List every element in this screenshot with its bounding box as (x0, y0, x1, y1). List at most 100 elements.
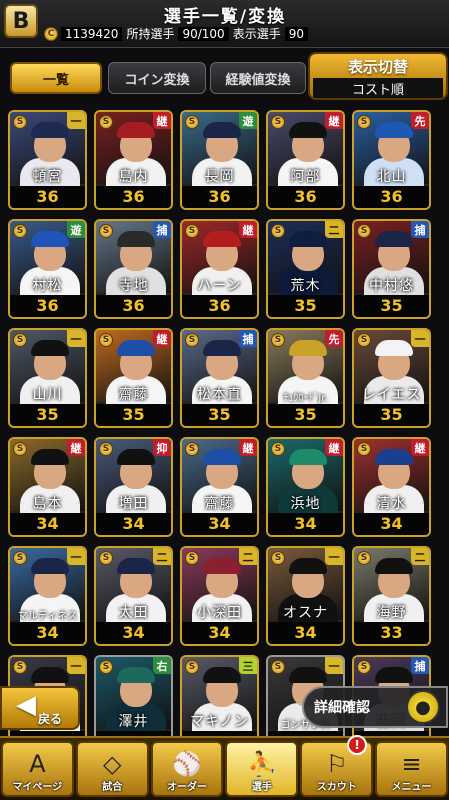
player-card[interactable]: S 二小深田 34 (180, 546, 259, 646)
player-name: オスナ (283, 605, 328, 621)
cap (289, 231, 327, 247)
position-badge: 抑 (153, 439, 171, 456)
nav-item[interactable]: A マイページ (1, 741, 74, 797)
cap (289, 449, 327, 465)
player-cost: 35 (10, 404, 85, 426)
player-card[interactable]: S 一頓宮 36 (8, 110, 87, 210)
s-rank-icon: S (99, 551, 113, 565)
player-card[interactable]: S 先 ﾁｭｳﾛｰﾄﾞJr. 35 (266, 328, 345, 428)
nav-icon: ⚾ (172, 750, 202, 778)
position-badge: 捕 (239, 330, 257, 347)
cap (117, 231, 155, 247)
player-card[interactable]: S 捕寺地 36 (94, 219, 173, 319)
nav-item[interactable]: ◇ 試合 (75, 741, 149, 797)
player-card[interactable]: S 先北山 36 (352, 110, 431, 210)
player-cost: 36 (10, 186, 85, 208)
player-name: 島内 (118, 169, 149, 185)
cap (375, 122, 413, 138)
cap (31, 340, 69, 356)
player-card[interactable]: S 継阿部 36 (266, 110, 345, 210)
player-card[interactable]: S 二太田 34 (94, 546, 173, 646)
position-badge: 継 (153, 330, 171, 347)
tab-exp-convert[interactable]: 経験値変換 (210, 62, 306, 94)
player-card[interactable]: S 捕松本直 35 (180, 328, 259, 428)
cap (375, 667, 413, 683)
player-name: 村松 (32, 278, 63, 294)
s-rank-icon: S (99, 442, 113, 456)
position-badge: 先 (411, 112, 429, 129)
nav-item[interactable]: ⛹ 選手 (225, 741, 299, 797)
player-cost: 36 (96, 295, 171, 317)
player-card[interactable]: S 継島内 36 (94, 110, 173, 210)
player-name: 齋藤 (118, 387, 149, 403)
coin-icon: C (44, 26, 58, 41)
tab-coin-convert[interactable]: コイン変換 (108, 62, 206, 94)
header: B 選手一覧/変換 C 1139420 所持選手 90/100 表示選手 90 (0, 0, 449, 48)
s-rank-icon: S (271, 115, 285, 129)
player-card[interactable]: S 継ハーン 36 (180, 219, 259, 319)
s-rank-icon: S (185, 224, 199, 238)
player-cost: 34 (10, 622, 85, 644)
player-card[interactable]: S 遊長岡 36 (180, 110, 259, 210)
player-name: 澤井 (118, 714, 149, 730)
player-card[interactable]: S 抑増田 34 (94, 437, 173, 537)
player-name: レイエス (361, 387, 422, 403)
bottom-nav: A マイページ ◇ 試合 ⚾ オーダー ⛹ 選手 ⚐ スカウト! ≡ メニュー (0, 735, 449, 800)
position-badge: 遊 (239, 112, 257, 129)
player-card[interactable]: S 遊村松 36 (8, 219, 87, 319)
player-card[interactable]: S 二荒木 35 (266, 219, 345, 319)
player-name: 小深田 (197, 605, 242, 621)
player-card[interactable]: S 二海野 33 (352, 546, 431, 646)
nav-label: 選手 (251, 782, 272, 793)
player-cost: 36 (10, 295, 85, 317)
player-cost: 36 (182, 186, 257, 208)
nav-item[interactable]: ≡ メニュー (375, 741, 448, 797)
back-label: 戻る (38, 712, 63, 726)
s-rank-icon: S (13, 115, 27, 129)
nav-icon: ⚐ (325, 750, 348, 778)
player-card[interactable]: S 継齋藤 35 (94, 328, 173, 428)
player-name: 北山 (376, 169, 407, 185)
nav-item[interactable]: ⚐ スカウト! (300, 735, 374, 797)
tab-list[interactable]: 一覧 (10, 62, 102, 94)
s-rank-icon: S (357, 551, 371, 565)
nav-label: スカウト (316, 782, 357, 793)
player-cost: 35 (96, 404, 171, 426)
back-arrow-icon: ◀ (16, 690, 36, 720)
player-card[interactable]: S 一山川 35 (8, 328, 87, 428)
player-card[interactable]: S 継島本 34 (8, 437, 87, 537)
cap (375, 231, 413, 247)
cap (375, 340, 413, 356)
detail-button[interactable]: 詳細確認 ● (302, 686, 448, 728)
player-card[interactable]: S 一オスナ 34 (266, 546, 345, 646)
status-bar: C 1139420 所持選手 90/100 表示選手 90 (44, 25, 444, 42)
position-badge: 右 (153, 657, 171, 674)
player-card[interactable]: S 一マルティネス 34 (8, 546, 87, 646)
position-badge: 捕 (411, 657, 429, 674)
player-card[interactable]: S 継齋藤 34 (180, 437, 259, 537)
shown-players-label: 表示選手 (232, 27, 281, 41)
back-button[interactable]: ◀ 戻る (0, 686, 80, 730)
team-logo[interactable]: B (4, 4, 38, 38)
display-switch-button[interactable]: 表示切替 コスト順 (308, 52, 448, 100)
position-badge: 継 (325, 439, 343, 456)
cap (203, 122, 241, 138)
s-rank-icon: S (13, 333, 27, 347)
nav-item[interactable]: ⚾ オーダー (150, 741, 224, 797)
cap (289, 340, 327, 356)
s-rank-icon: S (185, 115, 199, 129)
nav-icon: ◇ (103, 750, 122, 778)
cap (203, 667, 241, 683)
player-name: 齋藤 (204, 496, 235, 512)
s-rank-icon: S (271, 224, 285, 238)
s-rank-icon: S (357, 660, 371, 674)
player-card[interactable]: S 継清水 34 (352, 437, 431, 537)
player-card[interactable]: S 捕中村悠 35 (352, 219, 431, 319)
position-badge: 一 (67, 330, 85, 347)
s-rank-icon: S (13, 442, 27, 456)
player-name: 阿部 (290, 169, 321, 185)
player-card[interactable]: S 一レイエス 35 (352, 328, 431, 428)
position-badge: 捕 (411, 221, 429, 238)
player-name: 寺地 (118, 278, 149, 294)
player-card[interactable]: S 継浜地 34 (266, 437, 345, 537)
